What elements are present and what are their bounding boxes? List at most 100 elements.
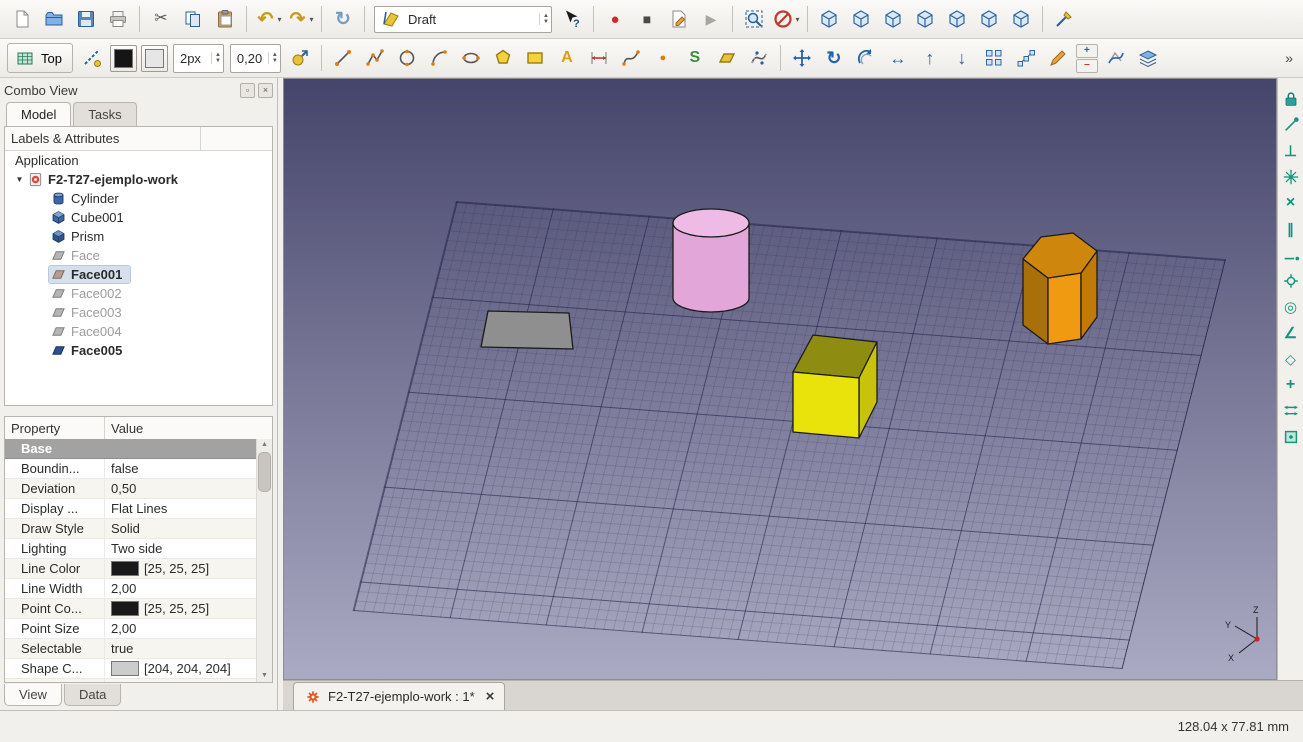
snap-endpoint-button[interactable] [1279,113,1303,137]
panel-float-button[interactable]: ▫ [240,82,255,98]
draft-layers-button[interactable] [1133,43,1163,73]
save-button[interactable] [71,4,101,34]
property-value[interactable]: true [105,641,257,656]
autogroup-button[interactable] [285,43,315,73]
line-width-spin[interactable]: 2px ▲ ▼ [172,43,224,73]
property-value[interactable]: false [105,461,257,476]
draw-style-button[interactable]: ▾ [771,4,801,34]
draft-array-button[interactable] [979,43,1009,73]
measure-distance-button[interactable] [1049,4,1079,34]
property-value[interactable]: 2,00 [105,581,257,596]
property-row[interactable]: Line Color [25, 25, 25] [5,559,257,579]
tab-model[interactable]: Model [6,102,72,126]
property-row[interactable]: Draw Style Solid [5,519,257,539]
property-row[interactable]: Point Co... [25, 25, 25] [5,599,257,619]
view-bottom-button[interactable] [974,4,1004,34]
tree-item-cube001[interactable]: Cube001 [5,208,272,227]
snap-center-button[interactable]: ◎ [1279,295,1303,319]
macro-stop-button[interactable]: ■ [632,4,662,34]
panel-splitter[interactable] [4,406,273,416]
3d-viewport[interactable]: Z Y X [283,78,1277,680]
document-tab[interactable]: F2-T27-ejemplo-work : 1* × [293,682,506,710]
property-row[interactable]: Display ... Flat Lines [5,499,257,519]
tree-item-face002[interactable]: Face002 [5,284,272,303]
workbench-selector[interactable]: Draft ▲ ▼ [374,5,552,33]
draft-upgrade-button[interactable]: ↑ [915,43,945,73]
tab-view[interactable]: View [4,684,62,706]
whats-this-button[interactable]: ? [557,4,587,34]
draft-circle-button[interactable] [392,43,422,73]
property-row[interactable]: Lighting Two side [5,539,257,559]
property-row[interactable]: Boundin... false [5,459,257,479]
property-row[interactable]: Point Size 2,00 [5,619,257,639]
expander-icon[interactable]: ▼ [13,175,26,184]
snap-dimensions-button[interactable] [1279,399,1303,423]
draft-rectangle-button[interactable] [520,43,550,73]
snap-grid-button[interactable] [1279,165,1303,189]
view-left-button[interactable] [1006,4,1036,34]
draft-dimension-button[interactable] [584,43,614,73]
snap-perpendicular-button[interactable]: ⊥ [1279,139,1303,163]
property-value[interactable]: Flat Lines [105,501,257,516]
tree-item-face001[interactable]: Face001 [5,265,272,284]
draft-arc-button[interactable] [424,43,454,73]
redo-button[interactable]: ↷ ▾ [285,4,315,34]
copy-button[interactable] [178,4,208,34]
snap-lock-button[interactable] [1279,87,1303,111]
draft-line-button[interactable] [328,43,358,73]
toolbar-overflow-chevron[interactable]: » [1285,50,1297,66]
tree-root-application[interactable]: Application [5,151,272,170]
zoom-fit-button[interactable] [739,4,769,34]
property-row[interactable]: Shape C... [204, 204, 204] [5,659,257,679]
construction-mode-button[interactable] [77,43,107,73]
line-color-swatch[interactable] [109,44,137,72]
view-top-button[interactable] [878,4,908,34]
font-size-spin-arrows[interactable]: ▲ ▼ [267,52,278,64]
view-isometric-button[interactable] [814,4,844,34]
add-point-button[interactable]: + [1075,43,1098,58]
cube-object[interactable] [792,371,860,439]
tree-item-face[interactable]: Face [5,246,272,265]
tree-item-prism[interactable]: Prism [5,227,272,246]
paste-button[interactable] [210,4,240,34]
draft-shapestring-button[interactable]: S [680,43,710,73]
draft-path-array-button[interactable] [1011,43,1041,73]
property-scrollbar[interactable]: ▲ ▼ [256,439,272,682]
draft-polyline-button[interactable] [360,43,390,73]
draft-trim-button[interactable]: ↔ [883,43,913,73]
macro-edit-button[interactable] [664,4,694,34]
property-row[interactable]: Deviation 0,50 [5,479,257,499]
snap-special-button[interactable]: ◇ [1279,347,1303,371]
undo-button[interactable]: ↶ ▾ [253,4,283,34]
draft-facebinder-button[interactable] [712,43,742,73]
redo-button-dropdown[interactable]: ▾ [309,15,313,24]
tab-close-icon[interactable]: × [486,688,495,705]
property-row[interactable]: T... [5,679,257,682]
draft-downgrade-button[interactable]: ↓ [947,43,977,73]
remove-point-button[interactable]: − [1075,58,1098,73]
tab-data[interactable]: Data [63,684,122,706]
property-row[interactable]: Selectable true [5,639,257,659]
property-group-header[interactable]: Base [5,439,257,459]
tree-item-document[interactable]: ▼ F2-T27-ejemplo-work [5,170,272,189]
snap-near-button[interactable] [1279,269,1303,293]
panel-close-button[interactable]: × [258,82,273,98]
tree-item-face003[interactable]: Face003 [5,303,272,322]
snap-ortho-button[interactable]: + [1279,373,1303,397]
property-value[interactable]: 2,00 [105,621,257,636]
property-value[interactable]: 0,50 [105,481,257,496]
draft-offset-button[interactable] [851,43,881,73]
cylinder-object-top[interactable] [672,208,750,238]
property-row[interactable]: Line Width 2,00 [5,579,257,599]
prism-object[interactable] [1047,272,1082,345]
scroll-down-icon[interactable]: ▼ [261,670,268,682]
refresh-button[interactable]: ↻ [328,4,358,34]
draft-wire-to-bspline-button[interactable] [1101,43,1131,73]
snap-parallel-button[interactable]: ∥ [1279,217,1303,241]
property-value[interactable]: Solid [105,521,257,536]
property-value[interactable]: [204, 204, 204] [105,661,257,676]
view-right-button[interactable] [910,4,940,34]
open-file-button[interactable] [39,4,69,34]
tree-item-face005[interactable]: Face005 [5,341,272,360]
print-button[interactable] [103,4,133,34]
